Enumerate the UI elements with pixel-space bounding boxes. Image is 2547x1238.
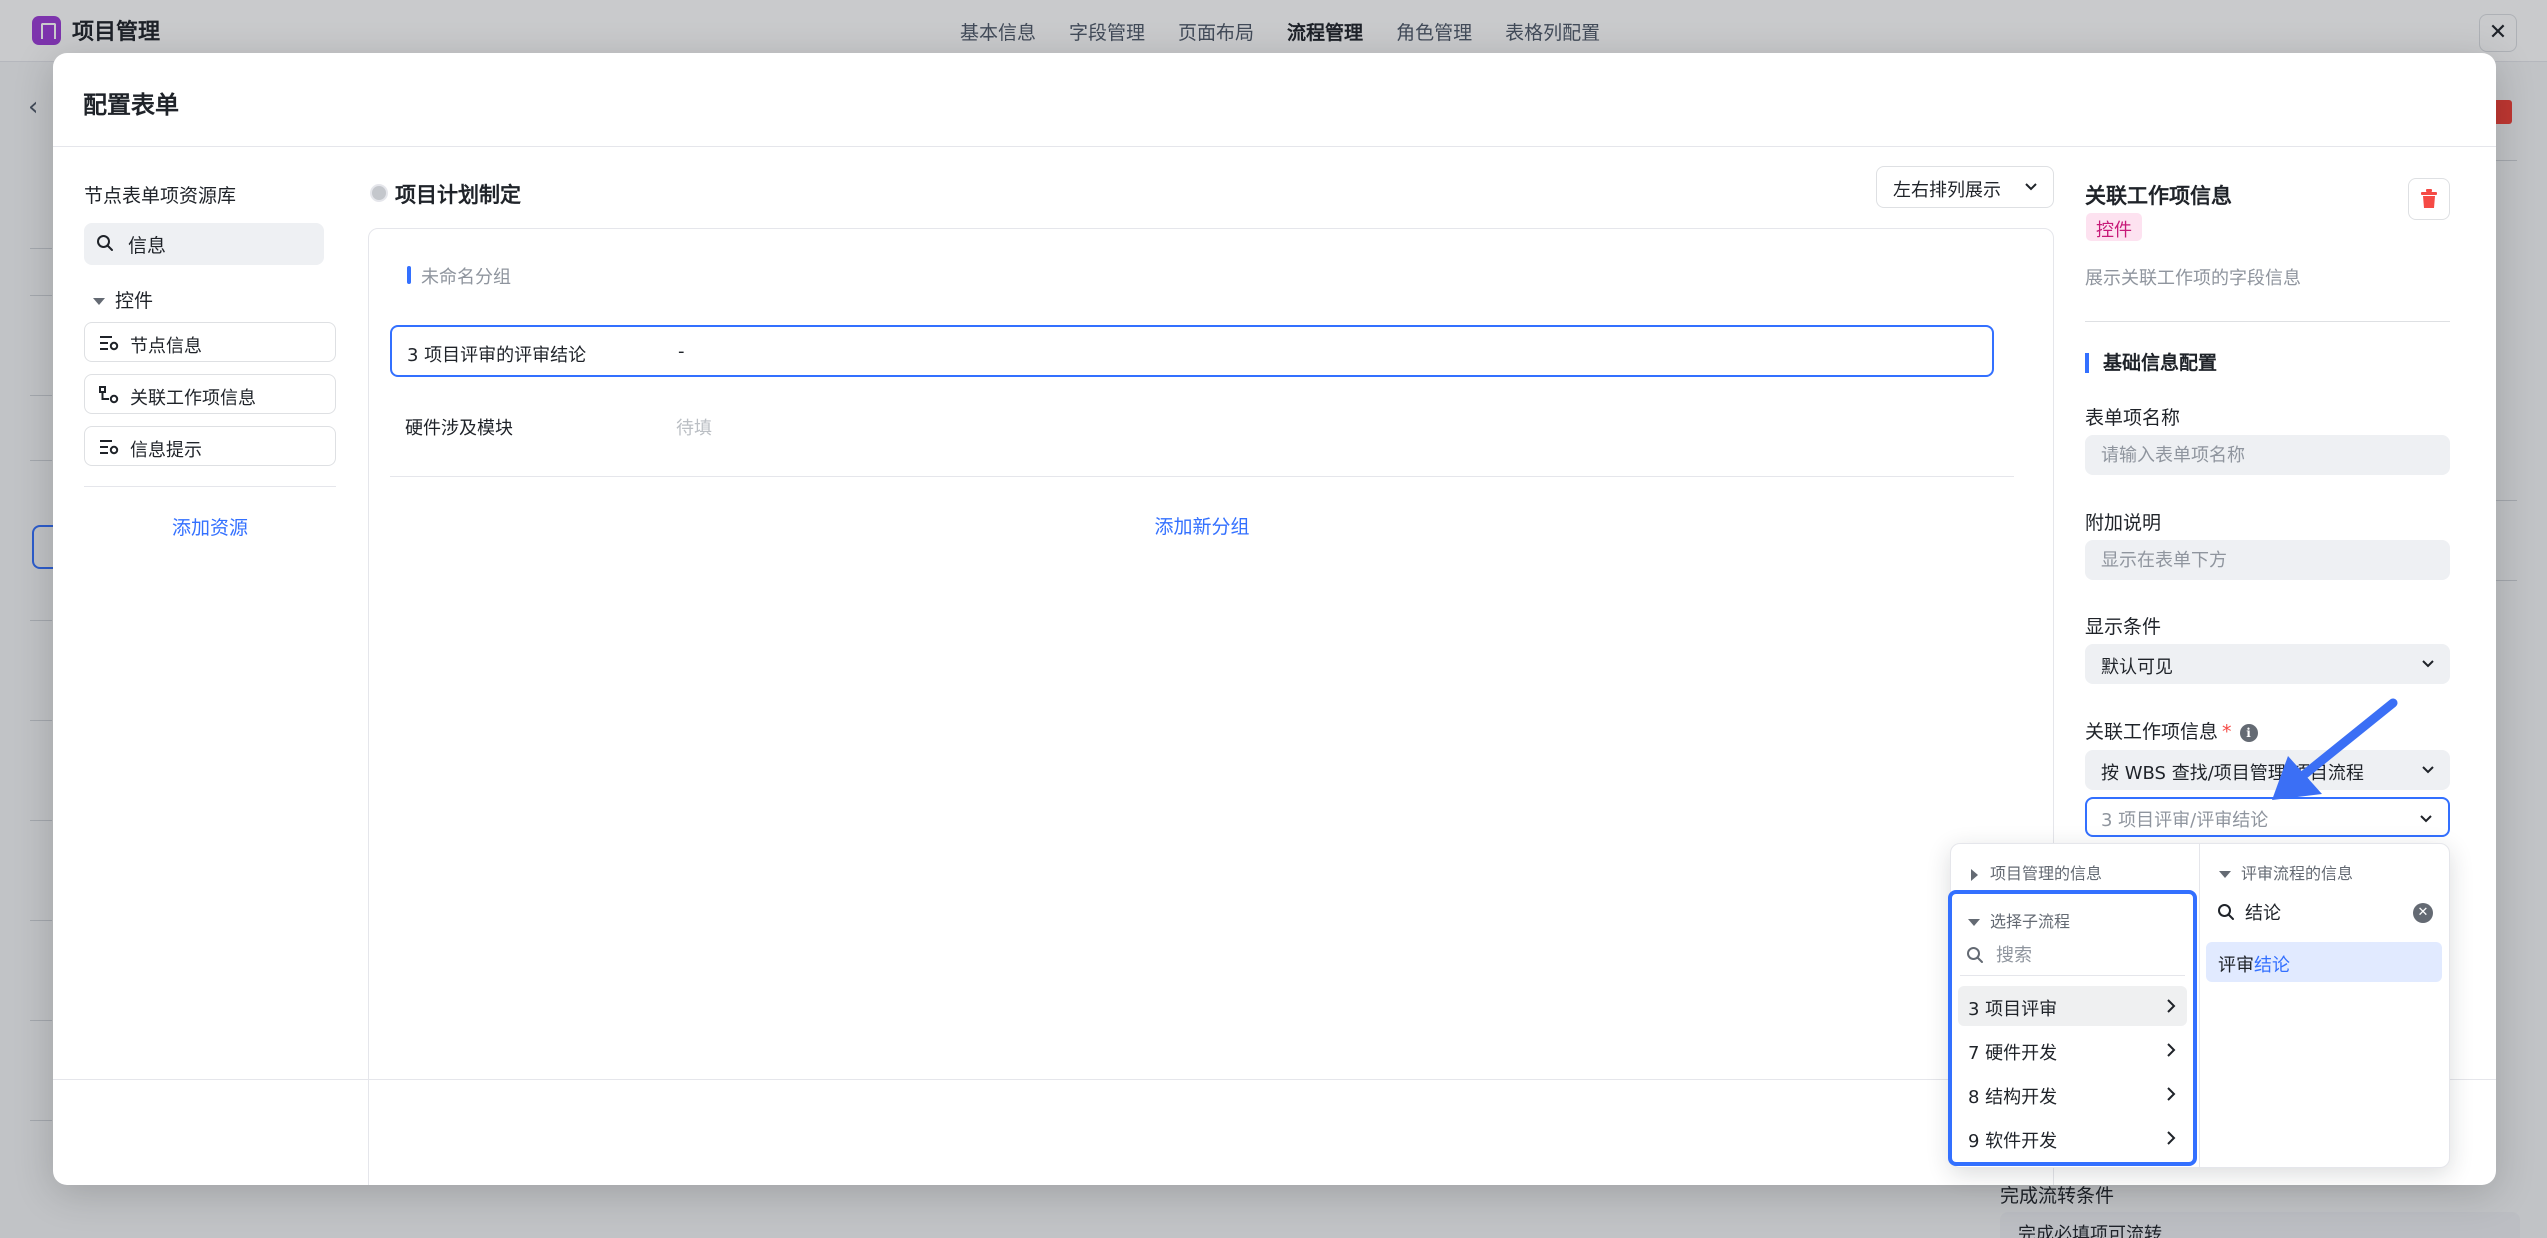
trash-icon xyxy=(2421,189,2437,208)
field-result-item[interactable]: 评审结论 xyxy=(2206,942,2442,982)
subprocess-search-input[interactable] xyxy=(1996,942,2176,968)
list-settings-icon xyxy=(99,334,119,357)
note-label: 附加说明 xyxy=(2085,512,2162,534)
chevron-down-icon xyxy=(2420,655,2436,676)
condition-select[interactable]: 默认可见 xyxy=(2085,644,2450,684)
caret-down-icon xyxy=(93,298,105,305)
resource-search-input[interactable] xyxy=(128,231,308,257)
resource-search[interactable] xyxy=(84,223,324,265)
field-search[interactable]: ✕ xyxy=(2205,893,2443,933)
chevron-down-icon xyxy=(2418,810,2434,831)
chevron-right-icon xyxy=(2165,1086,2177,1107)
chevron-right-icon xyxy=(2165,998,2177,1019)
related-field-value: 3 项目评审/评审结论 xyxy=(2101,810,2269,831)
caret-right-icon xyxy=(1971,868,1978,881)
resource-item-node-info[interactable]: 节点信息 xyxy=(84,322,336,362)
resource-item-info-tip[interactable]: 信息提示 xyxy=(84,426,336,466)
required-mark: * xyxy=(2222,721,2232,743)
layout-select[interactable]: 左右排列展示 xyxy=(1876,166,2054,208)
condition-label: 显示条件 xyxy=(2085,616,2162,638)
search-icon xyxy=(2217,903,2235,925)
properties-description: 展示关联工作项的字段信息 xyxy=(2085,268,2301,289)
resource-item-label: 关联工作项信息 xyxy=(130,388,256,409)
cascader-parent-group[interactable]: 项目管理的信息 xyxy=(1971,860,2102,884)
condition-select-value: 默认可见 xyxy=(2101,657,2173,678)
result-highlight: 结论 xyxy=(2254,955,2290,976)
subprocess-item-software[interactable]: 9 软件开发 xyxy=(1958,1118,2187,1158)
search-icon xyxy=(1966,946,1984,968)
subprocess-item-review[interactable]: 3 项目评审 xyxy=(1958,986,2187,1026)
properties-title: 关联工作项信息 xyxy=(2085,184,2232,208)
info-icon[interactable]: i xyxy=(2239,724,2258,742)
node-status-icon xyxy=(370,184,388,202)
result-text: 评审 xyxy=(2218,955,2254,976)
section-title: 基础信息配置 xyxy=(2085,353,2217,373)
resource-item-label: 信息提示 xyxy=(130,440,202,461)
chevron-down-icon xyxy=(2420,761,2436,782)
field-value: - xyxy=(678,341,685,362)
subprocess-item-hardware[interactable]: 7 硬件开发 xyxy=(1958,1030,2187,1070)
chevron-right-icon xyxy=(2165,1130,2177,1151)
subprocess-item-label: 3 项目评审 xyxy=(1968,999,2058,1020)
resource-group-controls[interactable]: 控件 xyxy=(93,286,153,313)
divider xyxy=(2085,321,2450,322)
list-settings-icon xyxy=(99,438,119,461)
subprocess-item-label: 9 软件开发 xyxy=(1968,1131,2058,1152)
layout-select-value: 左右排列展示 xyxy=(1893,180,2001,201)
name-input[interactable] xyxy=(2085,435,2450,475)
field-label: 硬件涉及模块 xyxy=(405,418,513,439)
node-title: 项目计划制定 xyxy=(395,183,521,207)
subprocess-group[interactable]: 选择子流程 xyxy=(1968,908,2070,932)
resource-item-related-work-item[interactable]: 关联工作项信息 xyxy=(84,374,336,414)
subprocess-item-label: 8 结构开发 xyxy=(1968,1087,2058,1108)
resource-item-label: 节点信息 xyxy=(130,336,202,357)
group-name[interactable]: 未命名分组 xyxy=(421,263,511,289)
column-divider xyxy=(2199,844,2200,1169)
form-field-hardware-modules[interactable]: 硬件涉及模块 待填 xyxy=(390,400,1994,452)
name-label: 表单项名称 xyxy=(2085,407,2181,429)
caret-down-icon xyxy=(2219,871,2231,878)
control-tag: 控件 xyxy=(2086,213,2142,241)
cascader-parent-label: 项目管理的信息 xyxy=(1990,864,2103,883)
subprocess-item-structure[interactable]: 8 结构开发 xyxy=(1958,1074,2187,1114)
caret-down-icon xyxy=(1968,919,1980,926)
field-search-input[interactable] xyxy=(2245,899,2395,925)
related-label: 关联工作项信息 * i xyxy=(2085,717,2258,744)
resource-library-title: 节点表单项资源库 xyxy=(84,185,237,207)
annotation-arrow-icon xyxy=(2272,698,2398,800)
chevron-right-icon xyxy=(2165,1042,2177,1063)
subprocess-panel: 选择子流程 3 项目评审 7 硬件开发 8 结构开发 9 软件开发 xyxy=(1948,890,2197,1166)
add-resource-button[interactable]: 添加资源 xyxy=(84,513,336,540)
divider xyxy=(84,486,336,487)
modal-title: 配置表单 xyxy=(83,91,179,119)
search-icon xyxy=(96,234,114,256)
chevron-down-icon xyxy=(2023,178,2039,199)
note-input[interactable] xyxy=(2085,540,2450,580)
divider xyxy=(390,476,2014,477)
subprocess-group-label: 选择子流程 xyxy=(1990,912,2071,931)
add-group-button[interactable]: 添加新分组 xyxy=(390,512,2014,539)
cascader-right-group[interactable]: 评审流程的信息 xyxy=(2219,860,2353,884)
modal-header: 配置表单 xyxy=(53,53,2496,147)
form-field-review-conclusion[interactable]: 3 项目评审的评审结论 - xyxy=(390,325,1994,377)
group-marker xyxy=(407,266,411,284)
subprocess-search[interactable] xyxy=(1960,936,2185,976)
resource-group-label: 控件 xyxy=(115,290,154,312)
related-label-text: 关联工作项信息 xyxy=(2085,721,2219,743)
clear-icon[interactable]: ✕ xyxy=(2413,903,2433,923)
field-label: 3 项目评审的评审结论 xyxy=(407,345,587,366)
subprocess-item-label: 7 硬件开发 xyxy=(1968,1043,2058,1064)
cascader-right-label: 评审流程的信息 xyxy=(2241,864,2354,883)
field-value: 待填 xyxy=(676,418,712,439)
delete-button[interactable] xyxy=(2408,178,2450,220)
link-node-icon xyxy=(99,386,119,409)
